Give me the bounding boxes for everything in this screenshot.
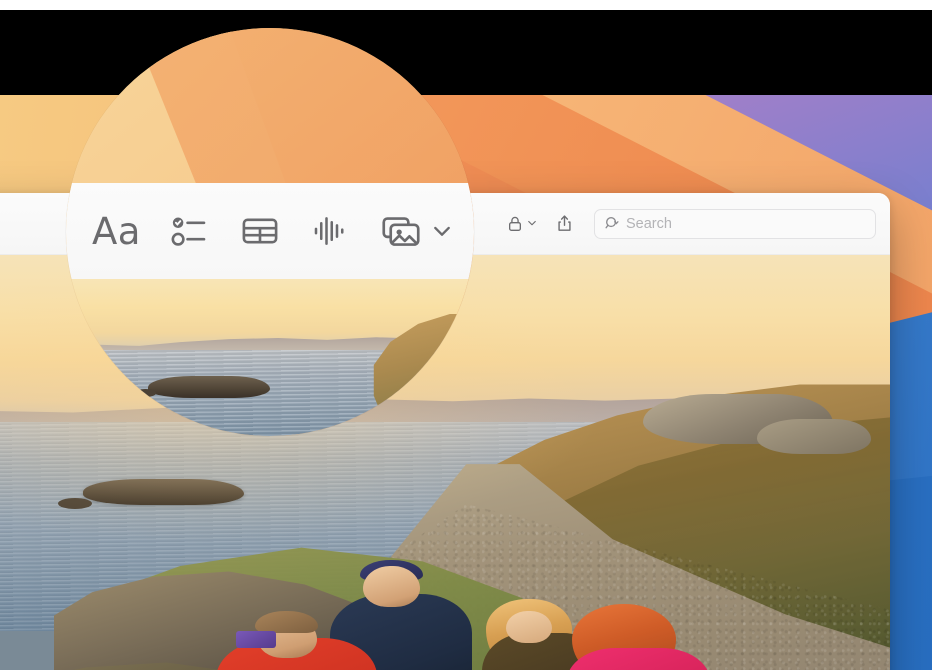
search-field[interactable]: Search <box>594 208 876 239</box>
loupe-audio-button[interactable] <box>309 210 351 252</box>
loupe-photo <box>66 279 474 436</box>
table-icon <box>239 210 281 252</box>
photo-islet <box>82 479 244 505</box>
media-chevron-down-icon <box>429 218 455 244</box>
photo-islet-small <box>57 498 92 509</box>
search-icon <box>604 215 621 232</box>
audio-waveform-icon <box>309 210 351 252</box>
screenshot-stage: Aa <box>0 0 932 670</box>
loupe-photo-islet-small <box>135 388 156 397</box>
loupe-format-text-button[interactable]: Aa <box>92 210 141 253</box>
loupe-table-button[interactable] <box>239 210 281 252</box>
photo-binoculars <box>236 631 277 649</box>
lock-chevron-down-icon <box>526 217 539 230</box>
loupe-toolbar: Aa <box>66 183 474 279</box>
magnifier-loupe: Aa <box>66 28 474 436</box>
search-placeholder: Search <box>626 215 672 232</box>
media-photos-icon <box>379 209 423 253</box>
loupe-media-button[interactable] <box>379 209 455 253</box>
photo-ridge-rock-2 <box>757 419 871 455</box>
format-text-icon: Aa <box>92 209 141 253</box>
top-white-strip <box>0 0 932 10</box>
photo-person-navy-head <box>362 566 420 608</box>
share-icon <box>554 213 575 234</box>
share-button[interactable] <box>544 207 584 241</box>
checklist-icon <box>169 210 211 252</box>
toolbar-right-group: Search <box>500 207 876 241</box>
lock-icon <box>505 214 525 234</box>
lock-button[interactable] <box>500 207 544 241</box>
photo-person-olive-head <box>506 610 552 644</box>
loupe-photo-islet <box>147 376 270 399</box>
loupe-checklist-button[interactable] <box>169 210 211 252</box>
